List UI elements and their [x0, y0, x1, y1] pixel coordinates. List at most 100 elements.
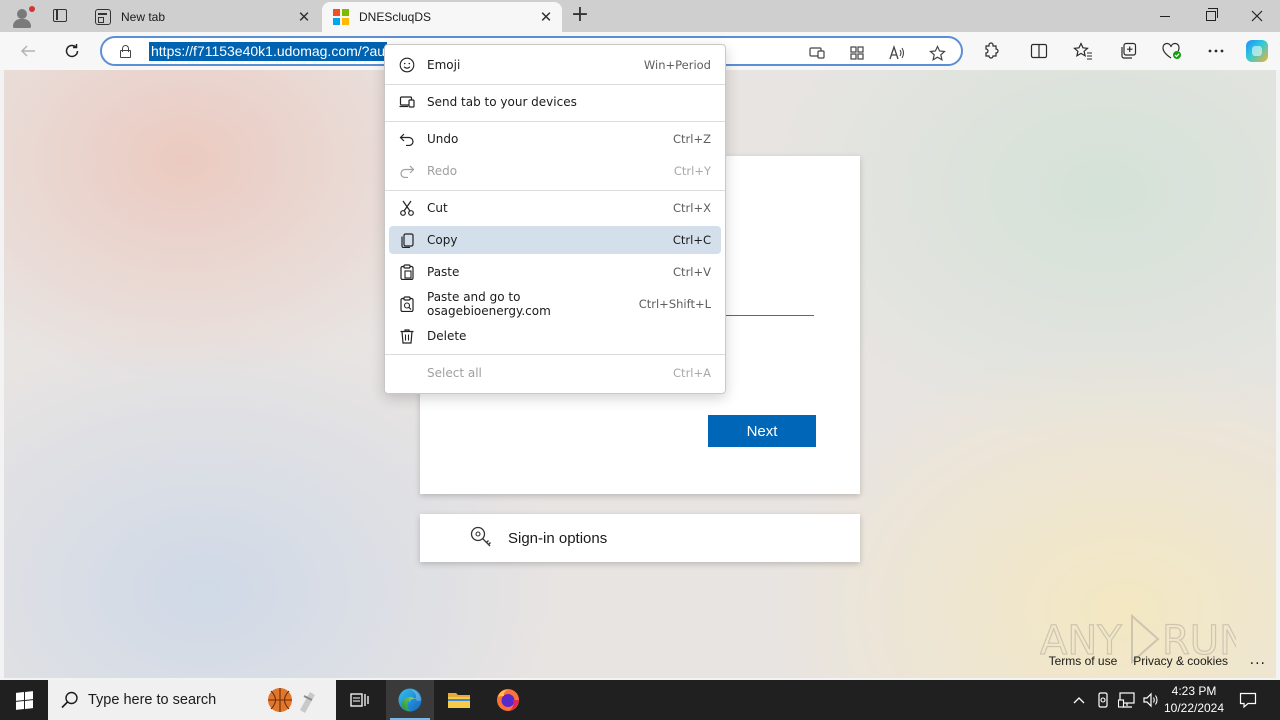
favorites-icon[interactable] — [1070, 39, 1096, 63]
url-text-selected[interactable]: https://f71153e40k1.udomag.com/?au — [149, 42, 388, 61]
signin-options-label: Sign-in options — [508, 529, 608, 547]
title-bar: New tab ✕ DNEScluqDS ✕ + — [0, 0, 1280, 32]
taskbar: Type here to search 4:23 PM 10/22/2024 — [0, 680, 1280, 720]
extensions-icon[interactable] — [978, 39, 1004, 63]
menu-item-copy[interactable]: Copy Ctrl+C — [389, 226, 721, 254]
favorite-star-icon[interactable] — [926, 42, 948, 64]
menu-separator — [385, 354, 725, 355]
devices-icon — [398, 93, 416, 111]
signin-options-button[interactable]: Sign-in options — [420, 514, 860, 562]
menu-item-shortcut: Ctrl+Z — [673, 132, 711, 146]
restore-button[interactable] — [1188, 0, 1234, 32]
undo-icon — [398, 130, 416, 148]
context-menu: Emoji Win+Period Send tab to your device… — [384, 44, 726, 394]
firefox-button[interactable] — [484, 680, 532, 720]
clock-date: 10/22/2024 — [1163, 701, 1225, 715]
menu-item-undo[interactable]: Undo Ctrl+Z — [389, 125, 721, 153]
task-view-button[interactable] — [336, 680, 384, 720]
menu-item-label: Select all — [427, 366, 482, 380]
menu-item-label: Paste — [427, 265, 460, 279]
close-tab-icon[interactable]: ✕ — [536, 7, 556, 27]
network-tray-button[interactable] — [1116, 680, 1138, 720]
menu-item-label: Cut — [427, 201, 448, 215]
browser-essentials-icon[interactable] — [1159, 39, 1185, 63]
file-explorer-icon — [448, 693, 470, 708]
volume-icon — [1143, 692, 1158, 708]
chevron-up-icon — [1073, 697, 1085, 704]
split-screen-icon[interactable] — [1026, 39, 1052, 63]
footer-more-button[interactable]: ... — [1250, 652, 1266, 668]
edge-taskbar-button[interactable] — [386, 680, 434, 720]
email-input-underline[interactable] — [720, 315, 814, 316]
menu-item-label: Delete — [427, 329, 467, 343]
menu-separator — [385, 84, 725, 85]
new-tab-button[interactable]: + — [568, 4, 592, 28]
search-icon — [60, 690, 80, 710]
minimize-button[interactable] — [1142, 0, 1188, 32]
profile-avatar-icon[interactable] — [8, 4, 36, 28]
paste-go-icon — [398, 295, 416, 313]
taskbar-search-box[interactable]: Type here to search — [48, 680, 336, 720]
search-highlight-image-icon — [268, 688, 315, 713]
device-icon — [1098, 692, 1108, 708]
menu-item-shortcut: Ctrl+C — [672, 233, 711, 247]
terms-of-use-link[interactable]: Terms of use — [1049, 654, 1118, 668]
menu-item-redo[interactable]: Redo Ctrl+Y — [389, 157, 721, 185]
cut-icon — [398, 199, 416, 217]
device-tray-button[interactable] — [1093, 680, 1113, 720]
emoji-icon — [398, 56, 416, 74]
close-window-button[interactable] — [1234, 0, 1280, 32]
notification-icon — [1239, 692, 1257, 708]
taskbar-clock[interactable]: 4:23 PM 10/22/2024 — [1160, 683, 1228, 717]
redo-icon — [398, 162, 416, 180]
firefox-icon — [497, 689, 519, 711]
menu-item-cut[interactable]: Cut Ctrl+X — [389, 194, 721, 222]
menu-item-shortcut: Ctrl+Y — [673, 164, 711, 178]
clock-time: 4:23 PM — [1171, 684, 1217, 698]
menu-item-shortcut: Ctrl+X — [673, 201, 711, 215]
menu-item-paste-and-go[interactable]: Paste and go to osagebioenergy.com Ctrl+… — [389, 290, 721, 318]
menu-separator — [385, 190, 725, 191]
notifications-button[interactable] — [1234, 680, 1262, 720]
menu-separator — [385, 121, 725, 122]
menu-item-send-tab[interactable]: Send tab to your devices — [389, 88, 721, 116]
menu-item-shortcut: Ctrl+V — [673, 265, 711, 279]
settings-more-icon[interactable] — [1203, 39, 1229, 63]
back-button[interactable] — [14, 37, 42, 65]
task-view-icon — [350, 693, 369, 707]
tab-actions-icon[interactable] — [46, 6, 74, 26]
read-aloud-icon[interactable] — [886, 42, 908, 64]
file-explorer-button[interactable] — [435, 680, 483, 720]
delete-icon — [398, 327, 416, 345]
menu-item-label: Undo — [427, 132, 459, 146]
menu-item-label: Paste and go to osagebioenergy.com — [427, 290, 551, 318]
app-grid-icon[interactable] — [846, 42, 868, 64]
menu-item-emoji[interactable]: Emoji Win+Period — [389, 51, 721, 79]
tab-title: DNEScluqDS — [359, 10, 432, 24]
close-tab-icon[interactable]: ✕ — [294, 7, 314, 27]
copy-icon — [398, 231, 416, 249]
menu-item-label: Send tab to your devices — [427, 95, 577, 109]
privacy-cookies-link[interactable]: Privacy & cookies — [1133, 654, 1228, 668]
menu-item-label: Emoji — [427, 58, 461, 72]
menu-item-select-all[interactable]: Select all Ctrl+A — [389, 359, 721, 387]
menu-item-shortcut: Ctrl+A — [673, 366, 711, 380]
collections-icon[interactable] — [1115, 39, 1141, 63]
lock-icon[interactable] — [120, 45, 131, 58]
start-button[interactable] — [0, 680, 48, 720]
app-available-icon[interactable] — [806, 42, 828, 64]
menu-item-label: Redo — [427, 164, 458, 178]
refresh-button[interactable] — [58, 37, 86, 65]
tab-new-tab[interactable]: New tab ✕ — [84, 2, 320, 32]
menu-item-shortcut: Ctrl+Shift+L — [638, 297, 711, 311]
paste-icon — [398, 263, 416, 281]
next-button[interactable]: Next — [708, 415, 816, 447]
menu-item-paste[interactable]: Paste Ctrl+V — [389, 258, 721, 286]
tab-dnescluqds[interactable]: DNEScluqDS ✕ — [322, 2, 562, 32]
copilot-icon[interactable] — [1246, 40, 1268, 62]
tab-title: New tab — [121, 10, 166, 24]
show-hidden-icons-button[interactable] — [1068, 680, 1090, 720]
microsoft-logo-icon — [333, 9, 349, 25]
menu-item-delete[interactable]: Delete — [389, 322, 721, 350]
volume-tray-button[interactable] — [1140, 680, 1162, 720]
